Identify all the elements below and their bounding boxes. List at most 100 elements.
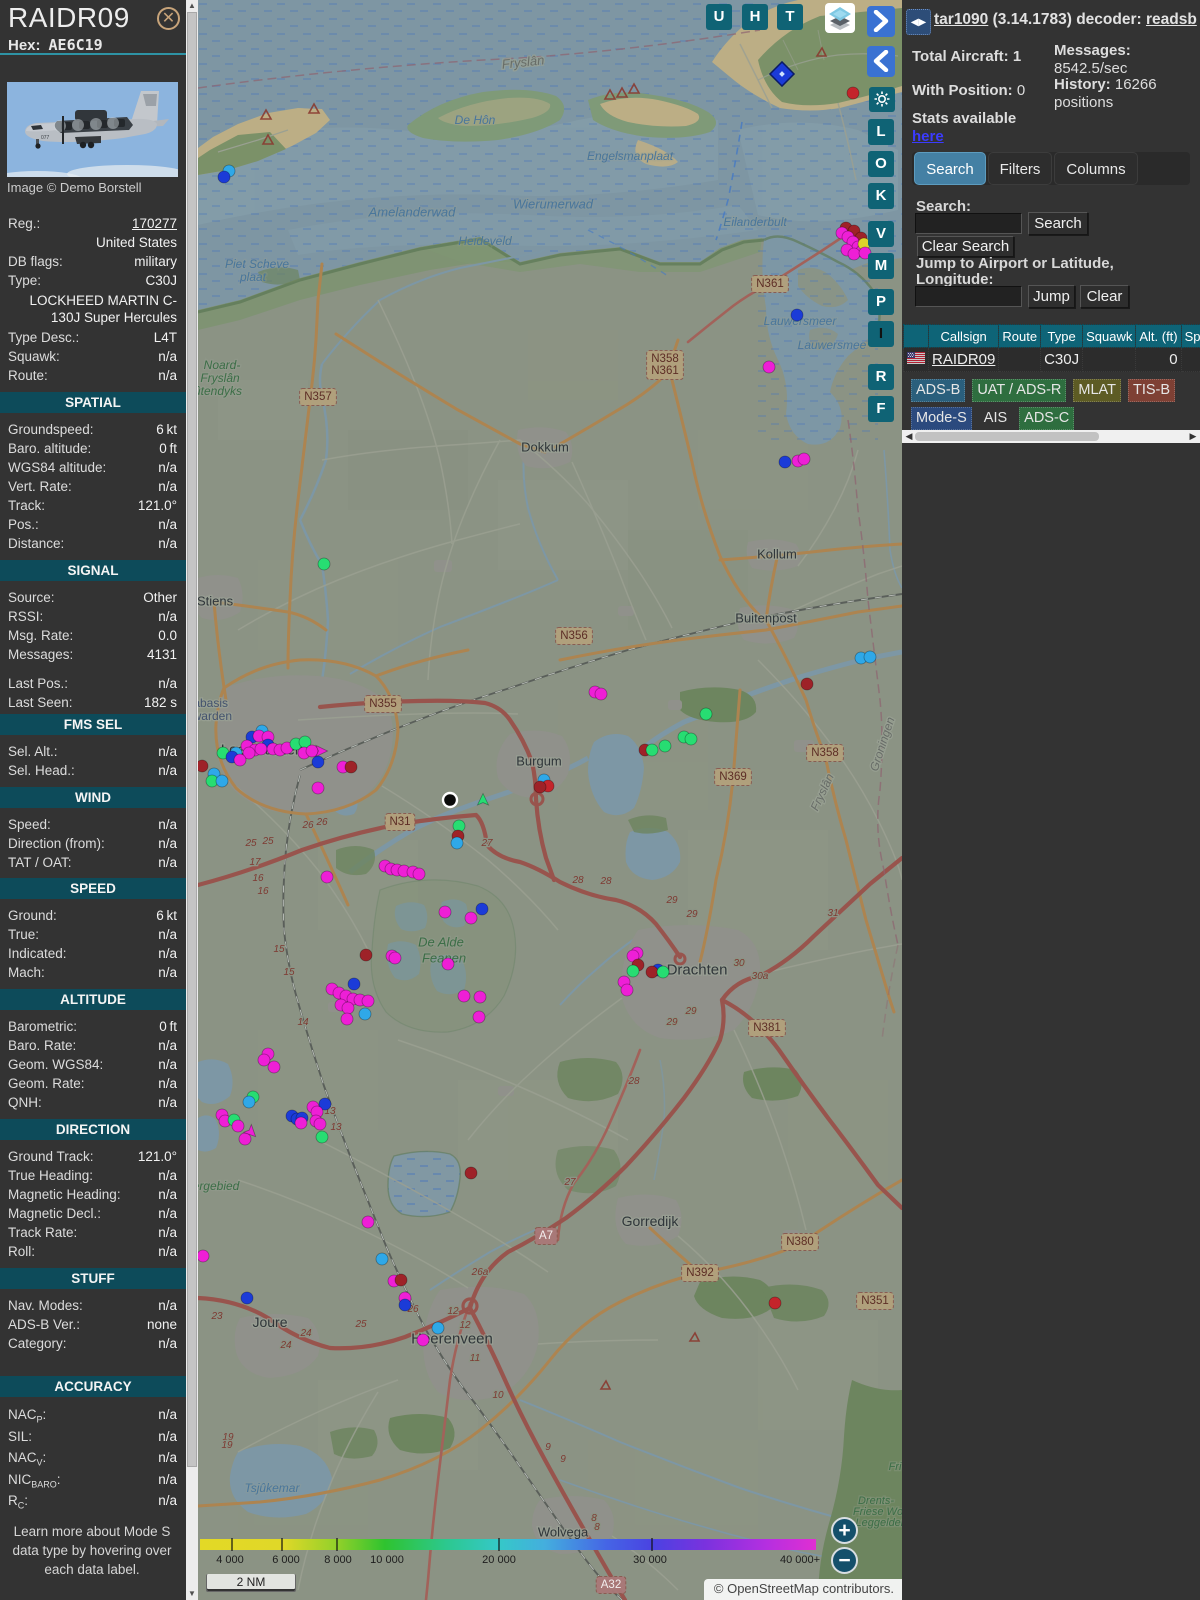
data-label: Last Pos.:: [8, 676, 69, 691]
map-button-O[interactable]: O: [868, 151, 894, 177]
zoom-out-button[interactable]: −: [831, 1547, 858, 1574]
message-type-badges-row1: ADS-B UAT / ADS-R MLAT TIS-B: [911, 379, 1182, 402]
map-button-K[interactable]: K: [868, 183, 894, 209]
map-button-V[interactable]: V: [868, 221, 894, 247]
clear-search-button[interactable]: Clear Search: [917, 236, 1014, 257]
tab-filters[interactable]: Filters: [988, 152, 1052, 185]
scrollbar-thumb[interactable]: [187, 12, 197, 1467]
road-shield-A7: A7: [534, 1227, 558, 1245]
section-rows: NACP: n/a SIL: n/a NACV: n/a NICBARO: n/a RC: n/a: [8, 1404, 177, 1512]
data-row: Mach: n/a: [8, 963, 177, 982]
settings-gear-icon[interactable]: [869, 87, 895, 112]
km-marker: 24: [279, 1340, 292, 1351]
data-value: n/a: [158, 479, 177, 494]
data-label: Track Rate:: [8, 1225, 78, 1240]
panel-toggle-button[interactable]: ◀▶: [906, 9, 931, 35]
info-value[interactable]: 170277: [132, 214, 177, 233]
map-button-R[interactable]: R: [868, 364, 894, 390]
column-header-Route[interactable]: Route: [998, 324, 1042, 348]
tab-search[interactable]: Search: [914, 152, 986, 185]
map-button-U[interactable]: U: [706, 4, 732, 30]
road-shield-N380: N380: [781, 1233, 819, 1251]
info-value: n/a: [158, 368, 177, 383]
aircraft-trail-dot: [215, 774, 229, 788]
info-label: Type:: [8, 273, 42, 288]
close-icon[interactable]: ✕: [157, 7, 180, 30]
layers-button[interactable]: [825, 3, 855, 33]
info-row-wide: LOCKHEED MARTIN C-130J Super Hercules: [29, 293, 177, 325]
column-header-Spd[interactable]: Spd: [1180, 324, 1200, 348]
info-label: Route:: [8, 368, 48, 383]
km-marker: 12: [447, 1306, 459, 1317]
scroll-up-icon[interactable]: ▲: [186, 0, 198, 12]
jump-button[interactable]: Jump: [1028, 285, 1075, 308]
history-stat: History: 16266 positions: [1054, 76, 1157, 111]
map-button-P[interactable]: P: [868, 289, 894, 315]
map-button-H[interactable]: H: [742, 4, 768, 30]
data-label: Distance:: [8, 536, 65, 551]
info-row: Reg.: 170277: [8, 214, 177, 233]
map[interactable]: N357 N355 N31 N358 N361 N361 N356 N369 N358 N381 N…: [198, 0, 902, 1600]
collapse-left-button[interactable]: [867, 46, 895, 77]
svg-text:N381: N381: [753, 1022, 781, 1034]
hex-label: Hex:: [8, 37, 41, 54]
data-row: NACP: n/a: [8, 1404, 177, 1426]
column-header-Squawk[interactable]: Squawk: [1082, 324, 1137, 348]
zoom-in-button[interactable]: +: [831, 1517, 858, 1544]
map-button-I[interactable]: I: [868, 321, 894, 347]
data-value: 6 kt: [156, 908, 177, 923]
altitude-legend-bar: [200, 1539, 816, 1550]
tab-columns[interactable]: Columns: [1054, 152, 1138, 185]
data-label: True Heading:: [8, 1168, 94, 1183]
data-row: Track: 121.0°: [8, 496, 177, 515]
column-header-icon[interactable]: [903, 324, 929, 348]
data-label: NACP:: [8, 1407, 47, 1425]
map-button-T[interactable]: T: [777, 4, 803, 30]
info-label: Reg.:: [8, 216, 41, 231]
scroll-left-icon[interactable]: ◀: [903, 430, 915, 443]
readsb-link[interactable]: readsb: [1146, 11, 1197, 28]
map-button-F[interactable]: F: [868, 396, 894, 422]
aircraft-trail-dot: [344, 760, 358, 774]
callsign-cell[interactable]: RAIDR09: [927, 347, 1000, 372]
alt-cell: 0: [1135, 347, 1182, 372]
tar1090-link[interactable]: tar1090: [934, 11, 988, 28]
nature-label: Fri: [889, 1461, 902, 1473]
stats-here-link[interactable]: here: [912, 128, 944, 145]
data-row: Groundspeed: 6 kt: [8, 420, 177, 439]
info-row: Route: n/a: [8, 366, 177, 385]
clear-button[interactable]: Clear: [1080, 285, 1129, 308]
column-header-Callsign[interactable]: Callsign: [927, 324, 1000, 348]
with-position-stat: With Position: 0: [912, 82, 1026, 99]
km-marker: 30: [733, 958, 745, 969]
data-value: n/a: [158, 460, 177, 475]
section-header-altitude: ALTITUDE: [0, 989, 186, 1010]
column-header-Type[interactable]: Type: [1040, 324, 1084, 348]
aircraft-trail-dot: [267, 1060, 281, 1074]
search-button[interactable]: Search: [1028, 212, 1088, 235]
expand-right-button[interactable]: [867, 6, 895, 37]
map-button-M[interactable]: M: [868, 253, 894, 279]
map-scale-bar: 2 NM: [206, 1574, 296, 1592]
town-label-wolvega: Wolvega: [538, 1525, 589, 1540]
data-label: Source:: [8, 590, 55, 605]
hex-line: Hex: AE6C19: [8, 36, 103, 54]
panel-horizontal-scrollbar[interactable]: ◀ ▶: [902, 430, 1200, 443]
aircraft-table: CallsignRouteTypeSquawkAlt. (ft)Spd RAID…: [903, 324, 1200, 372]
hscroll-thumb[interactable]: [915, 432, 1099, 441]
scroll-right-icon[interactable]: ▶: [1187, 430, 1199, 443]
data-row: Category: n/a: [8, 1334, 177, 1353]
aircraft-photo[interactable]: 077: [7, 82, 178, 177]
scroll-down-icon[interactable]: ▼: [186, 1588, 198, 1600]
section-header-fms-sel: FMS SEL: [0, 714, 186, 735]
data-value: n/a: [158, 609, 177, 624]
column-header-Alt. (ft)[interactable]: Alt. (ft): [1135, 324, 1182, 348]
sidebar-scrollbar[interactable]: ▲ ▼: [186, 0, 198, 1600]
map-button-L[interactable]: L: [868, 119, 894, 145]
data-row: RC: n/a: [8, 1490, 177, 1512]
road-shield-N381: N381: [748, 1019, 786, 1037]
jump-input[interactable]: [915, 286, 1022, 307]
km-marker: 24: [299, 1328, 312, 1339]
search-input[interactable]: [915, 213, 1022, 234]
badge-tis-b: TIS-B: [1128, 379, 1176, 402]
